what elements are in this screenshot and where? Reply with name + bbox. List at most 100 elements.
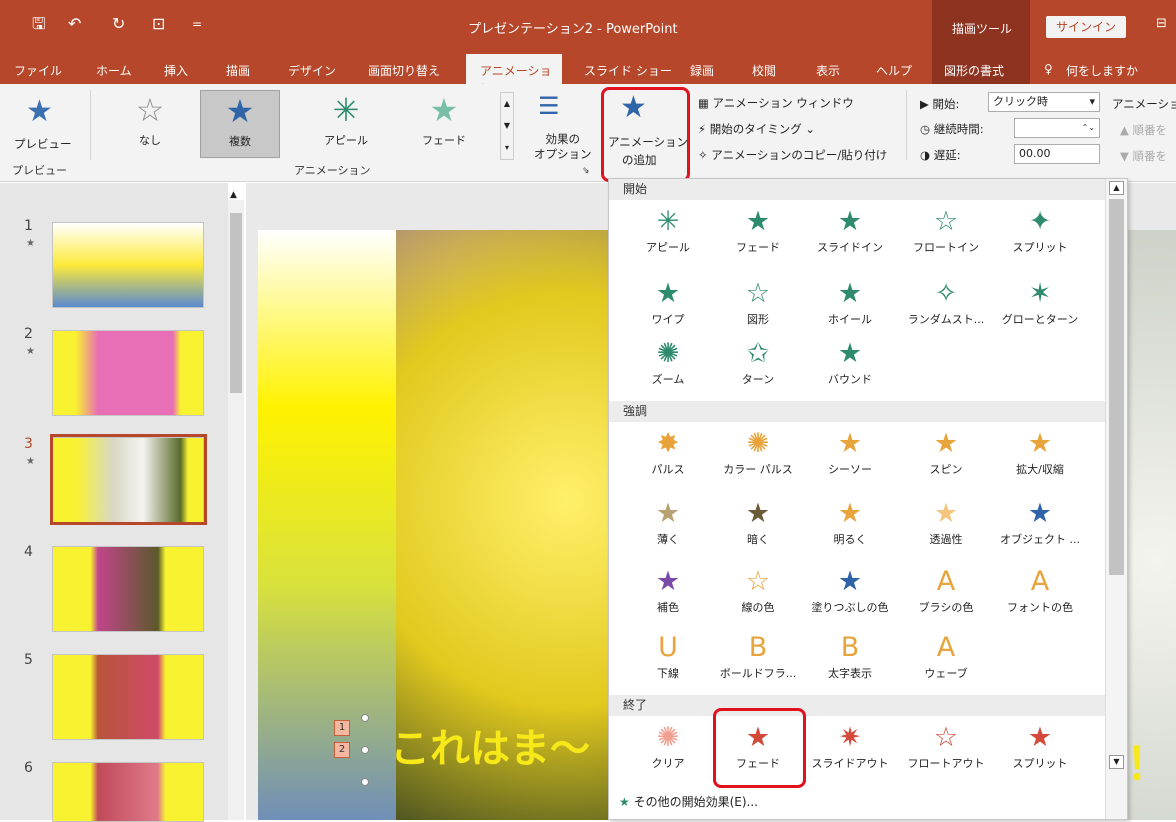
duration-input[interactable]: ⌃⌄: [1014, 118, 1100, 138]
section-entrance: 開始: [609, 179, 1105, 200]
scroll-down-icon[interactable]: ▼: [1109, 755, 1124, 769]
delay-input[interactable]: 00.00: [1014, 144, 1100, 164]
animation-painter-button[interactable]: ✧ アニメーションのコピー/貼り付け: [698, 147, 887, 163]
effect-emphasis-desaturate[interactable]: ★ 薄く: [623, 497, 713, 557]
effect-emphasis-linecolor[interactable]: ☆ 線の色: [713, 565, 803, 625]
dropdown-scroll-thumb[interactable]: [1109, 199, 1124, 575]
tab-draw[interactable]: 描画: [226, 62, 250, 79]
effect-emphasis-fontcolor[interactable]: A フォントの色: [995, 565, 1085, 625]
resize-handle[interactable]: [361, 746, 369, 754]
effect-emphasis-pulse[interactable]: ✸ パルス: [623, 427, 713, 487]
wipe-icon: ★: [655, 278, 681, 309]
slide-thumb-1[interactable]: [52, 222, 204, 308]
move-later-button[interactable]: ▼ 順番を: [1120, 148, 1167, 164]
resize-handle[interactable]: [361, 778, 369, 786]
effect-entrance-shape[interactable]: ☆ 図形: [713, 277, 803, 337]
slide-thumb-5[interactable]: [52, 654, 204, 740]
start-select[interactable]: クリック時 ▾: [988, 92, 1100, 112]
effect-emphasis-teeter[interactable]: ★ シーソー: [805, 427, 895, 487]
slide-thumb-4[interactable]: [52, 546, 204, 632]
effect-entrance-appeal[interactable]: ✳ アピール: [623, 205, 713, 265]
effect-emphasis-fillcolor[interactable]: ★ 塗りつぶしの色: [805, 565, 895, 625]
color-pulse-icon: ✺: [746, 428, 770, 459]
effect-entrance-turn[interactable]: ✩ ターン: [713, 337, 803, 397]
animation-painter-label: アニメーションのコピー/貼り付け: [711, 148, 888, 162]
gallery-none[interactable]: ☆ なし: [110, 90, 190, 158]
slide-title-text[interactable]: これはま～: [390, 716, 590, 774]
animation-tag-2[interactable]: 2: [334, 742, 350, 758]
save-icon[interactable]: 🖫: [32, 14, 46, 34]
tab-slideshow[interactable]: スライド ショー: [584, 62, 672, 79]
effect-emphasis-transparency[interactable]: ★ 透過性: [901, 497, 991, 557]
effect-emphasis-wave[interactable]: A ウェーブ: [901, 631, 991, 691]
effect-emphasis-boldreveal[interactable]: B 太字表示: [805, 631, 895, 691]
trigger-button[interactable]: ⚡ 開始のタイミング ⌄: [698, 121, 815, 137]
appeal-icon: ✳: [332, 91, 360, 129]
undo-icon[interactable]: ↶: [68, 14, 81, 34]
effect-entrance-bounce[interactable]: ★ バウンド: [805, 337, 895, 397]
slide-thumb-2[interactable]: [52, 330, 204, 416]
effect-emphasis-underline[interactable]: U 下線: [623, 631, 713, 691]
signin-button[interactable]: サインイン: [1046, 16, 1126, 38]
effect-emphasis-objectcolor[interactable]: ★ オブジェクト ...: [995, 497, 1085, 557]
dialog-launcher-icon[interactable]: ⇘: [582, 166, 590, 176]
tab-review[interactable]: 校閲: [752, 62, 776, 79]
gallery-multiple[interactable]: ★ 複数: [200, 90, 280, 158]
thumbnails-scroll-thumb[interactable]: [230, 213, 242, 393]
effect-options-button[interactable]: 効果の オプション: [534, 132, 592, 162]
effect-entrance-wheel[interactable]: ★ ホイール: [805, 277, 895, 337]
more-entrance-effects[interactable]: ★ その他の開始効果(E)...: [619, 793, 758, 810]
present-icon[interactable]: ⊡: [152, 14, 165, 34]
effect-emphasis-boldflash[interactable]: B ボールドフラ...: [713, 631, 803, 691]
effect-emphasis-growshrink[interactable]: ★ 拡大/収縮: [995, 427, 1085, 487]
effect-exit-split[interactable]: ★ スプリット: [995, 721, 1085, 781]
effect-entrance-slidein[interactable]: ★ スライドイン: [805, 205, 895, 265]
redo-icon[interactable]: ↻: [112, 14, 125, 34]
animation-pane-button[interactable]: ▦ アニメーション ウィンドウ: [698, 95, 854, 111]
effect-options-icon[interactable]: ☰: [538, 92, 560, 120]
effect-entrance-randombars[interactable]: ✧ ランダムスト...: [901, 277, 991, 337]
none-icon: ☆: [135, 91, 165, 129]
effect-emphasis-lighten[interactable]: ★ 明るく: [805, 497, 895, 557]
effect-emphasis-darken[interactable]: ★ 暗く: [713, 497, 803, 557]
tab-insert[interactable]: 挿入: [164, 62, 188, 79]
preview-icon[interactable]: ★: [26, 94, 53, 129]
effect-entrance-growturn[interactable]: ✶ グローとターン: [995, 277, 1085, 337]
resize-handle[interactable]: [361, 714, 369, 722]
slide-thumb-6[interactable]: [52, 762, 204, 822]
effect-entrance-wipe[interactable]: ★ ワイプ: [623, 277, 713, 337]
scroll-up-icon[interactable]: ▲: [230, 190, 237, 200]
effect-entrance-fade[interactable]: ★ フェード: [713, 205, 803, 265]
tab-help[interactable]: ヘルプ: [876, 62, 912, 79]
effect-emphasis-spin[interactable]: ★ スピン: [901, 427, 991, 487]
effect-exit-clear[interactable]: ✺ クリア: [623, 721, 713, 781]
effect-entrance-zoom[interactable]: ✺ ズーム: [623, 337, 713, 397]
tab-transitions[interactable]: 画面切り替え: [368, 62, 440, 79]
gallery-appeal[interactable]: ✳ アピール: [306, 90, 386, 158]
effect-exit-floatout[interactable]: ☆ フロートアウト: [901, 721, 991, 781]
effect-emphasis-colorpulse[interactable]: ✺ カラー パルス: [713, 427, 803, 487]
tab-record[interactable]: 録画: [690, 62, 714, 79]
qat-customize-icon[interactable]: =: [192, 14, 202, 34]
dropdown-scrollbar[interactable]: ▲ ▼: [1105, 179, 1127, 819]
tab-shape-format[interactable]: 図形の書式: [944, 62, 1004, 79]
preview-button[interactable]: プレビュー: [14, 136, 72, 152]
effect-exit-slideout[interactable]: ✷ スライドアウト: [805, 721, 895, 781]
effect-emphasis-brushcolor[interactable]: A ブラシの色: [901, 565, 991, 625]
scroll-up-icon[interactable]: ▲: [1109, 181, 1124, 195]
tab-view[interactable]: 表示: [816, 62, 840, 79]
tell-me-input[interactable]: 何をしますか: [1066, 62, 1138, 79]
move-earlier-button[interactable]: ▲ 順番を: [1120, 122, 1167, 138]
ribbon-display-icon[interactable]: ⊟: [1156, 16, 1167, 31]
gallery-fade[interactable]: ★ フェード: [404, 90, 484, 158]
effect-entrance-split[interactable]: ✦ スプリット: [995, 205, 1085, 265]
tab-animation[interactable]: アニメーション: [466, 54, 562, 95]
desaturate-icon: ★: [655, 498, 681, 529]
effect-emphasis-complementary[interactable]: ★ 補色: [623, 565, 713, 625]
animation-tag-1[interactable]: 1: [334, 720, 350, 736]
gallery-scroll[interactable]: ▲ ▼ ▾: [500, 92, 514, 160]
effect-entrance-floatin[interactable]: ☆ フロートイン: [901, 205, 991, 265]
tab-design[interactable]: デザイン: [288, 62, 336, 79]
tab-home[interactable]: ホーム: [96, 62, 132, 79]
tab-file[interactable]: ファイル: [14, 62, 62, 79]
